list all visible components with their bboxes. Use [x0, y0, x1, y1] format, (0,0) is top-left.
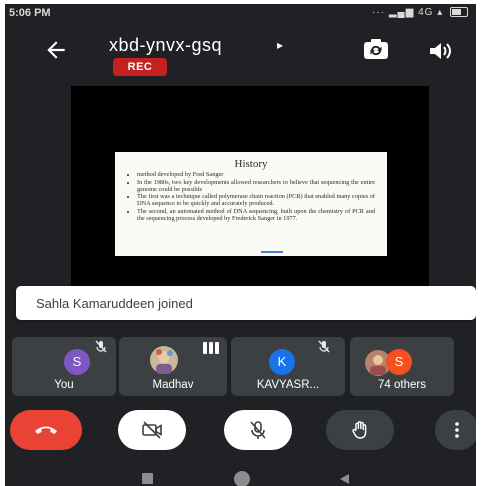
recents-button[interactable] [142, 473, 153, 484]
camera-off-icon [142, 421, 162, 439]
participant-name: You [54, 379, 74, 391]
participant-tile-you[interactable]: S You [12, 337, 116, 396]
presentation-stage[interactable]: History method developed by Fred Sanger … [71, 86, 429, 306]
signal-dots: ··· ▂▄▆ [372, 7, 419, 18]
wifi-icon: ▴ [437, 7, 444, 18]
status-time: 5:06 PM [9, 7, 51, 19]
audio-output-button[interactable] [427, 39, 455, 63]
mic-off-icon [95, 340, 107, 353]
meet-screen: 5:06 PM ··· ▂▄▆ 4G ▴ xbd-ynvx-gsq ▸ REC [5, 4, 476, 486]
participant-tile-madhav[interactable]: Madhav [119, 337, 227, 396]
mic-toggle-button[interactable] [224, 410, 292, 450]
network-type: 4G [418, 7, 434, 18]
participant-name: KAVYASR... [256, 379, 320, 391]
nav-back-icon[interactable] [338, 473, 350, 485]
meeting-code[interactable]: xbd-ynvx-gsq [109, 35, 222, 56]
avatar: S [64, 349, 90, 375]
switch-camera-button[interactable] [361, 36, 391, 64]
more-vertical-icon [455, 422, 459, 438]
switch-camera-icon [364, 39, 388, 59]
recording-badge: REC [113, 58, 167, 76]
more-options-button[interactable] [435, 410, 476, 450]
end-call-icon [35, 426, 57, 434]
slide-bullet: In the 1980s, two key developments allow… [137, 179, 375, 193]
speaking-indicator-icon [203, 342, 219, 354]
slide-bullet: The first was a technique called polymer… [137, 193, 375, 207]
slide-scroll-indicator [261, 251, 283, 253]
status-indicators: ··· ▂▄▆ 4G ▴ [372, 7, 468, 18]
participant-name: Madhav [152, 379, 194, 391]
home-button[interactable] [234, 471, 250, 486]
back-button[interactable] [43, 37, 69, 63]
slide-bullet: The second, an automated method of DNA s… [137, 208, 375, 222]
battery-icon [450, 7, 468, 18]
system-nav-bar [5, 470, 476, 486]
raise-hand-button[interactable] [326, 410, 394, 450]
slide-title: History [234, 158, 268, 170]
slide-bullets: method developed by Fred Sanger In the 1… [127, 171, 375, 222]
slide-bullet: method developed by Fred Sanger [137, 171, 375, 178]
mic-off-icon [318, 340, 330, 353]
meeting-details-caret-icon[interactable]: ▸ [277, 38, 283, 52]
hand-icon [352, 421, 367, 439]
join-notification-text: Sahla Kamaruddeen joined [36, 296, 193, 311]
status-bar: 5:06 PM ··· ▂▄▆ 4G ▴ [5, 4, 476, 24]
avatar: S [386, 349, 412, 375]
participant-tile-others[interactable]: S 74 others [350, 337, 454, 396]
avatar [150, 346, 178, 374]
presented-slide: History method developed by Fred Sanger … [115, 152, 387, 256]
speaker-icon [430, 43, 451, 59]
participant-name: 74 others [378, 379, 426, 391]
join-notification: Sahla Kamaruddeen joined [16, 286, 476, 320]
arrow-left-icon [47, 41, 65, 59]
mic-off-icon [250, 421, 266, 439]
end-call-button[interactable] [10, 410, 82, 450]
avatar: K [269, 349, 295, 375]
camera-toggle-button[interactable] [118, 410, 186, 450]
participant-tile-kavyasr[interactable]: K KAVYASR... [231, 337, 345, 396]
